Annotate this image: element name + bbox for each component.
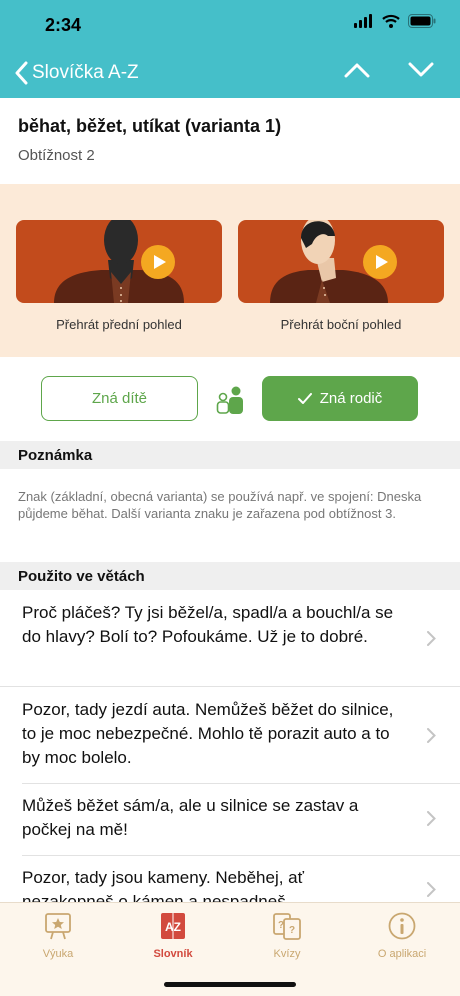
sentence-item[interactable]: Pozor, tady jsou kameny. Neběhej, ať nez… bbox=[22, 856, 460, 902]
chevron-up-icon[interactable] bbox=[344, 62, 370, 78]
tab-dictionary[interactable]: AZ Slovník bbox=[128, 911, 218, 960]
sentence-item[interactable]: Pozor, tady jezdí auta. Nemůžeš běžet do… bbox=[22, 687, 460, 784]
sentence-text: Můžeš běžet sám/a, ale u silnice se zast… bbox=[22, 796, 359, 839]
person-front-icon bbox=[54, 220, 184, 303]
family-icon bbox=[216, 386, 243, 414]
signal-icon bbox=[354, 14, 372, 28]
note-text: Znak (základní, obecná varianta) se použ… bbox=[18, 489, 422, 521]
tab-learning-label: Výuka bbox=[42, 948, 74, 960]
top-bar: 2:34 Slovíčka A-Z bbox=[0, 0, 460, 98]
front-view-video[interactable] bbox=[16, 220, 222, 303]
dictionary-icon: AZ bbox=[161, 913, 185, 939]
play-icon[interactable] bbox=[140, 244, 176, 280]
sentence-item[interactable]: Proč pláčeš? Ty jsi běžel/a, spadl/a a b… bbox=[0, 590, 460, 687]
back-label: Slovíčka A-Z bbox=[32, 62, 139, 83]
person-side-icon bbox=[270, 220, 388, 303]
video-area: Přehrát přední pohled Přehrát boční pohl… bbox=[0, 184, 460, 357]
tab-about[interactable]: O aplikaci bbox=[357, 911, 447, 960]
chevron-right-icon bbox=[427, 728, 436, 743]
chevron-down-icon[interactable] bbox=[408, 62, 434, 78]
quiz-icon: ? ? bbox=[273, 913, 301, 940]
battery-icon bbox=[408, 14, 436, 28]
sentence-item[interactable]: Můžeš běžet sám/a, ale u silnice se zast… bbox=[22, 784, 460, 856]
home-indicator bbox=[164, 982, 296, 987]
back-button[interactable]: Slovíčka A-Z bbox=[14, 61, 139, 85]
checkmark-icon bbox=[297, 392, 312, 404]
tab-quizzes[interactable]: ? ? Kvízy bbox=[242, 911, 332, 960]
knowledge-row: Zná dítě Zná rodič bbox=[0, 357, 460, 440]
parent-knows-button[interactable]: Zná rodič bbox=[262, 376, 418, 421]
word-header: běhat, běžet, utíkat (varianta 1) Obtížn… bbox=[18, 116, 281, 164]
nav-arrows bbox=[344, 62, 434, 78]
tab-about-label: O aplikaci bbox=[377, 948, 427, 960]
chevron-right-icon bbox=[427, 811, 436, 826]
sentence-text: Pozor, tady jsou kameny. Neběhej, ať nez… bbox=[22, 868, 304, 902]
tab-quizzes-label: Kvízy bbox=[273, 948, 301, 960]
chevron-right-icon bbox=[427, 882, 436, 897]
learning-icon bbox=[45, 913, 71, 940]
dictionary-icon-text: AZ bbox=[165, 920, 181, 934]
sentence-text: Pozor, tady jezdí auta. Nemůžeš běžet do… bbox=[22, 700, 394, 767]
chevron-left-icon bbox=[15, 61, 28, 85]
side-view-caption: Přehrát boční pohled bbox=[280, 317, 402, 332]
front-view-caption: Přehrát přední pohled bbox=[56, 317, 182, 332]
child-knows-button[interactable]: Zná dítě bbox=[41, 376, 198, 421]
status-icons bbox=[354, 14, 436, 28]
status-time: 2:34 bbox=[45, 15, 82, 35]
difficulty-label: Obtížnost 2 bbox=[18, 147, 95, 164]
child-knows-label: Zná dítě bbox=[91, 390, 148, 407]
wifi-icon bbox=[382, 14, 400, 28]
svg-text:?: ? bbox=[289, 925, 295, 936]
play-icon[interactable] bbox=[362, 244, 398, 280]
tab-dictionary-label: Slovník bbox=[153, 948, 193, 960]
tab-learning[interactable]: Výuka bbox=[13, 911, 103, 960]
info-icon bbox=[388, 912, 416, 940]
chevron-right-icon bbox=[427, 631, 436, 646]
svg-text:?: ? bbox=[278, 920, 284, 931]
parent-knows-label: Zná rodič bbox=[319, 390, 383, 407]
page-title: běhat, běžet, utíkat (varianta 1) bbox=[18, 116, 282, 136]
sentences-header: Použito ve větách bbox=[0, 562, 460, 590]
note-header: Poznámka bbox=[0, 441, 460, 469]
side-view-video[interactable] bbox=[238, 220, 444, 303]
sentence-text: Proč pláčeš? Ty jsi běžel/a, spadl/a a b… bbox=[22, 603, 394, 646]
